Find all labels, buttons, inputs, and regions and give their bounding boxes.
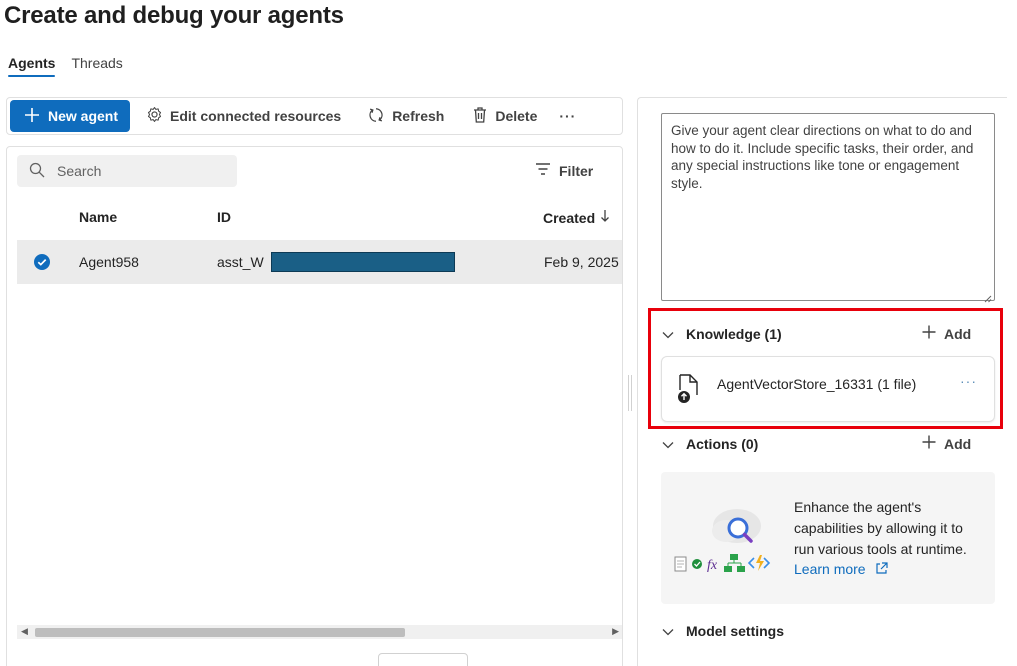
learn-more-label: Learn more [794,561,866,578]
chevron-down-icon [662,623,674,639]
redaction-box [271,252,455,272]
created-header-label: Created [543,209,596,226]
model-settings-heading: Model settings [686,623,785,639]
gear-icon [146,106,163,126]
instructions-textarea[interactable]: Give your agent clear directions on what… [661,113,995,303]
page-title: Create and debug your agents [4,2,344,29]
column-header-name[interactable]: Name [79,209,117,225]
page-size-box[interactable] [378,653,468,666]
refresh-button[interactable]: Refresh [367,106,444,127]
tools-illustration-icon: fx [674,500,786,585]
actions-description-text: Enhance the agent's capabilities by allo… [794,499,967,557]
agents-toolbar: New agent Edit connected resources Refre… [6,97,623,135]
trash-icon [472,106,488,127]
svg-text:fx: fx [707,558,718,573]
search-icon [29,162,45,181]
more-options-button[interactable]: ··· [559,108,576,124]
filter-icon [535,162,551,179]
tab-threads[interactable]: Threads [71,55,122,77]
chevron-down-icon [662,436,674,452]
instructions-placeholder: Give your agent clear directions on what… [671,123,974,191]
agent-id-cell: asst_W [217,254,264,270]
add-action-label: Add [944,435,972,452]
search-input[interactable]: Search [17,155,237,187]
created-date-cell: Feb 9, 2025 1 [544,254,623,270]
delete-button[interactable]: Delete [472,106,537,127]
sort-descending-icon [600,209,610,226]
actions-section-toggle[interactable]: Actions (0) [662,436,758,452]
actions-empty-state: fx Enhance the agent's capabilities by a… [661,472,995,604]
filter-label: Filter [559,162,594,179]
model-settings-section-toggle[interactable]: Model settings [662,623,784,639]
edit-connected-resources-button[interactable]: Edit connected resources [146,106,341,126]
agent-name-cell[interactable]: Agent958 [79,254,139,270]
panel-splitter-handle[interactable] [628,375,632,411]
new-agent-button[interactable]: New agent [10,100,131,132]
search-placeholder: Search [57,163,102,179]
column-header-created[interactable]: Created [543,209,610,226]
learn-more-link[interactable]: Learn more [794,561,889,578]
column-header-id[interactable]: ID [217,209,231,225]
actions-heading: Actions (0) [686,436,759,452]
plus-icon [922,435,936,452]
tab-agents[interactable]: Agents [8,55,56,77]
refresh-icon [367,106,385,127]
scrollbar-thumb[interactable] [35,628,405,637]
horizontal-scrollbar[interactable]: ◀ ▶ [17,625,622,639]
scroll-left-arrow-icon[interactable]: ◀ [21,626,28,637]
actions-description: Enhance the agent's capabilities by allo… [794,497,984,581]
refresh-label: Refresh [392,108,445,124]
selected-checkmark-icon[interactable] [34,254,50,270]
table-row[interactable]: Agent958 asst_W 3 Feb 9, 2025 1 [17,240,623,284]
tab-bar: Agents Threads [8,55,123,77]
filter-button[interactable]: Filter [535,162,593,179]
agents-list-panel: Search Filter Name ID Created Agent958 a… [6,146,623,666]
annotation-highlight-box [648,308,1003,429]
resize-grip-icon[interactable] [984,290,992,303]
delete-label: Delete [495,108,538,124]
add-action-button[interactable]: Add [922,435,971,452]
external-link-icon [875,560,889,581]
new-agent-label: New agent [48,108,119,124]
plus-icon [24,107,40,126]
edit-connected-resources-label: Edit connected resources [170,108,342,124]
scroll-right-arrow-icon[interactable]: ▶ [612,626,619,637]
